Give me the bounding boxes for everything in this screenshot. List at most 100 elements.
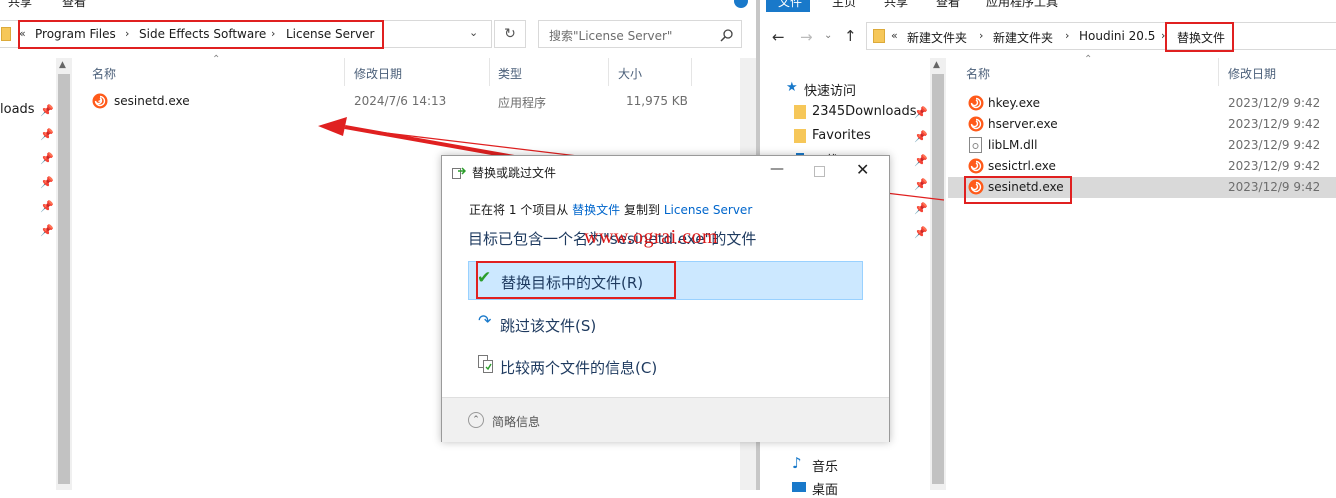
breadcrumb-separator-icon[interactable]: › <box>1065 29 1069 42</box>
minimize-button[interactable]: — <box>770 161 784 177</box>
dialog-title: 替换或跳过文件 <box>472 166 557 180</box>
file-row[interactable]: sesinetd.exe 2024/7/6 14:13 应用程序 11,975 … <box>76 90 736 112</box>
folder-icon <box>794 129 806 143</box>
ribbon-tab-home[interactable]: 主页 <box>832 0 856 10</box>
info-count: 1 <box>508 203 517 217</box>
nav-item-music[interactable]: 音乐 <box>812 456 838 475</box>
column-header-name[interactable]: 名称 <box>92 65 116 82</box>
breadcrumb-separator-icon[interactable]: › <box>979 29 983 42</box>
houdini-icon <box>968 95 984 111</box>
nav-item-downloads[interactable]: loads <box>0 102 35 117</box>
back-arrow-icon[interactable]: ← <box>772 28 785 46</box>
up-arrow-icon[interactable]: ↑ <box>844 27 857 45</box>
pin-icon: 📌 <box>40 200 54 213</box>
close-icon[interactable]: ✕ <box>856 160 869 179</box>
houdini-icon <box>92 93 108 109</box>
file-row[interactable]: hkey.exe 2023/12/9 9:42 <box>948 93 1336 114</box>
skip-option[interactable]: ↷ 跳过该文件(S) <box>468 306 863 342</box>
breadcrumb-item[interactable]: Houdini 20.5 <box>1079 29 1155 43</box>
music-icon: ♪ <box>792 454 802 472</box>
pin-icon: 📌 <box>40 224 54 237</box>
nav-item[interactable]: Favorites <box>812 128 871 143</box>
scroll-up-icon[interactable]: ▲ <box>59 60 66 70</box>
nav-item-desktop[interactable]: 桌面 <box>812 479 838 498</box>
file-name: libLM.dll <box>988 138 1038 152</box>
pin-icon: 📌 <box>914 202 928 215</box>
nav-quick-access[interactable]: 快速访问 <box>804 80 856 99</box>
nav-scrollbar[interactable]: ▲ <box>56 58 72 490</box>
pin-icon: 📌 <box>914 154 928 167</box>
info-copy-to: 复制到 <box>624 203 661 217</box>
copy-info-line: 正在将 1 个项目从 替换文件 复制到 License Server <box>469 201 752 218</box>
star-icon: ★ <box>786 80 798 95</box>
breadcrumb-item[interactable]: 新建文件夹 <box>907 29 967 46</box>
ribbon-tab-file-label: 文件 <box>778 0 803 9</box>
breadcrumb-highlight <box>18 20 384 49</box>
column-header-date[interactable]: 修改日期 <box>1228 65 1276 82</box>
dialog-footer: ⌃ 简略信息 <box>442 397 889 442</box>
ribbon-tab-share[interactable]: 共享 <box>884 0 908 10</box>
nav-item[interactable]: 2345Downloads <box>812 104 916 119</box>
ribbon-tab-view[interactable]: 查看 <box>62 0 86 10</box>
refresh-button[interactable]: ↻ <box>494 20 526 48</box>
collapse-details-button[interactable]: ⌃ 简略信息 <box>468 412 608 432</box>
file-date: 2023/12/9 9:42 <box>1228 180 1321 194</box>
maximize-button[interactable] <box>814 166 825 177</box>
file-date: 2023/12/9 9:42 <box>1228 96 1321 110</box>
file-row[interactable]: libLM.dll 2023/12/9 9:42 <box>948 135 1336 156</box>
desktop-icon <box>792 482 806 492</box>
search-icon[interactable] <box>720 28 734 42</box>
info-dest-link[interactable]: License Server <box>664 203 752 217</box>
ribbon-tab-share[interactable]: 共享 <box>8 0 32 10</box>
compare-option[interactable]: 比较两个文件的信息(C) <box>468 348 863 384</box>
nav-scrollbar[interactable]: ▲ <box>930 58 946 490</box>
pin-icon: 📌 <box>914 226 928 239</box>
search-input[interactable]: 搜索"License Server" <box>538 20 742 48</box>
pin-icon: 📌 <box>40 176 54 189</box>
file-highlight <box>964 176 1072 204</box>
scroll-thumb[interactable] <box>932 74 944 484</box>
scroll-thumb[interactable] <box>58 74 70 484</box>
scroll-up-icon[interactable]: ▲ <box>933 60 940 70</box>
column-headers: ⌃ 名称 修改日期 <box>948 54 1336 86</box>
skip-option-label: 跳过该文件(S) <box>500 317 597 335</box>
ribbon-tab-file[interactable]: 文件 <box>766 0 810 12</box>
breadcrumb-highlight <box>1165 22 1234 52</box>
folder-icon <box>873 29 885 43</box>
forward-arrow-icon[interactable]: → <box>800 28 813 46</box>
column-header-size[interactable]: 大小 <box>618 65 642 82</box>
replace-skip-dialog: 替换或跳过文件 — ✕ 正在将 1 个项目从 替换文件 复制到 License … <box>441 155 890 442</box>
column-header-date[interactable]: 修改日期 <box>354 65 402 82</box>
file-row[interactable]: hserver.exe 2023/12/9 9:42 <box>948 114 1336 135</box>
info-middle: 个项目从 <box>520 203 569 217</box>
file-type: 应用程序 <box>498 96 547 110</box>
pin-icon: 📌 <box>914 106 928 119</box>
file-name: hkey.exe <box>988 96 1041 110</box>
ribbon-tab-app-tools[interactable]: 应用程序工具 <box>986 0 1058 10</box>
recent-chevron-icon[interactable]: ⌄ <box>824 30 832 41</box>
sort-up-icon: ⌃ <box>212 54 221 65</box>
file-date: 2023/12/9 9:42 <box>1228 138 1321 152</box>
file-name: hserver.exe <box>988 117 1058 131</box>
copy-files-icon <box>452 167 466 179</box>
folder-icon <box>794 105 806 119</box>
chevron-down-icon[interactable]: ⌄ <box>469 26 478 39</box>
ribbon-tab-view[interactable]: 查看 <box>936 0 960 10</box>
pin-icon: 📌 <box>914 130 928 143</box>
file-name: sesinetd.exe <box>114 94 190 108</box>
overflow-chevron-icon[interactable]: « <box>891 29 898 42</box>
column-header-name[interactable]: 名称 <box>966 65 990 82</box>
houdini-icon <box>968 116 984 132</box>
info-source-link[interactable]: 替换文件 <box>572 203 620 217</box>
file-date: 2024/7/6 14:13 <box>354 94 447 108</box>
search-placeholder: 搜索"License Server" <box>549 29 673 43</box>
address-bar[interactable]: « 新建文件夹 › 新建文件夹 › Houdini 20.5 › 替换文件 <box>866 22 1336 50</box>
file-row[interactable]: sesictrl.exe 2023/12/9 9:42 <box>948 156 1336 177</box>
folder-icon <box>1 27 11 41</box>
column-header-type[interactable]: 类型 <box>498 65 522 82</box>
replace-option-highlight <box>476 261 676 299</box>
breadcrumb-item[interactable]: 新建文件夹 <box>993 29 1053 46</box>
pin-icon: 📌 <box>914 178 928 191</box>
file-name: sesictrl.exe <box>988 159 1056 173</box>
column-headers: ⌃ 名称 修改日期 类型 大小 <box>76 54 756 86</box>
